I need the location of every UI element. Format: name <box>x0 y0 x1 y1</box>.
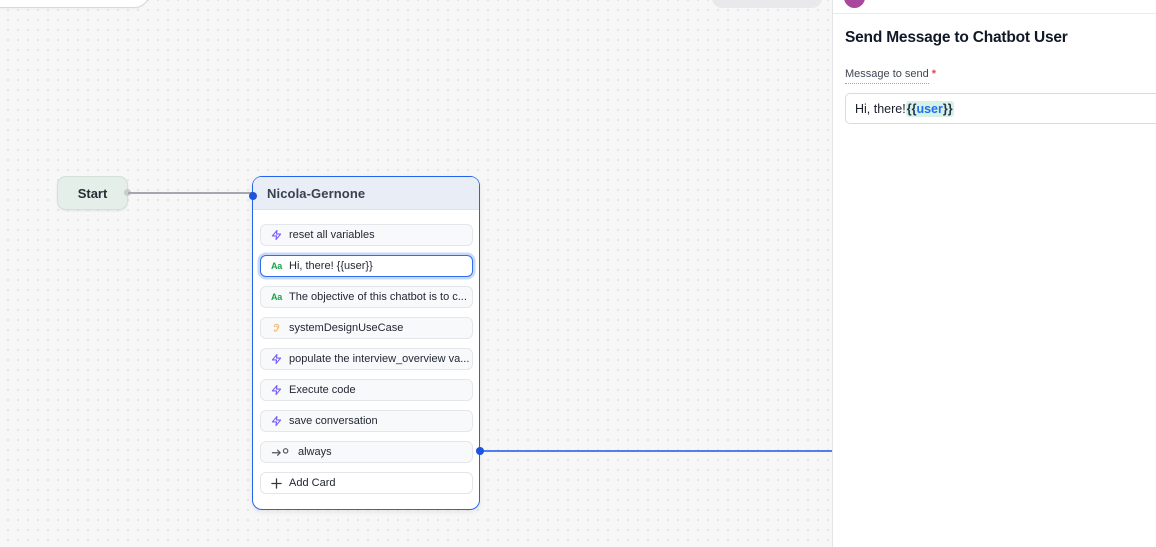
node-input-port[interactable] <box>249 192 257 200</box>
zap-icon <box>270 384 283 396</box>
zap-icon <box>270 353 283 365</box>
message-field-label: Message to send <box>845 68 929 84</box>
ear-icon <box>270 322 283 334</box>
plus-icon <box>270 477 283 489</box>
text-icon: Aa <box>271 292 282 302</box>
text-icon: Aa <box>271 261 282 271</box>
card-system-design-use-case[interactable]: systemDesignUseCase <box>260 317 473 339</box>
connector-wire-always <box>480 450 832 452</box>
start-node[interactable]: Start <box>57 176 128 210</box>
card-label: save conversation <box>289 415 378 427</box>
variable-name: user <box>916 101 943 116</box>
card-objective-message[interactable]: Aa The objective of this chatbot is to c… <box>260 286 473 308</box>
panel-title: Send Message to Chatbot User <box>845 29 1068 46</box>
card-execute-code[interactable]: Execute code <box>260 379 473 401</box>
message-to-send-input[interactable]: Hi, there! {{user}} <box>845 93 1156 124</box>
workflow-node-title: Nicola-Gernone <box>267 185 366 201</box>
workflow-node-header[interactable]: Nicola-Gernone <box>253 177 479 210</box>
card-label: Hi, there! {{user}} <box>289 260 373 272</box>
canvas-toolbar-partial[interactable] <box>0 0 150 8</box>
inspector-panel: Send Message to Chatbot User Message to … <box>832 0 1156 547</box>
flow-canvas[interactable]: Start Nicola-Gernone reset all variables… <box>0 0 832 547</box>
message-field-label-row: Message to send * <box>845 68 937 84</box>
variable-close-braces: }} <box>942 101 953 116</box>
variable-chip[interactable]: {{user}} <box>905 100 954 117</box>
canvas-controls-partial[interactable] <box>712 0 822 8</box>
add-card-label: Add Card <box>289 477 336 489</box>
card-label: Execute code <box>289 384 356 396</box>
panel-divider <box>833 13 1156 14</box>
required-marker: * <box>931 68 937 80</box>
card-reset-all-variables[interactable]: reset all variables <box>260 224 473 246</box>
zap-icon <box>270 229 283 241</box>
card-label: populate the interview_overview va... <box>289 353 470 365</box>
card-save-conversation[interactable]: save conversation <box>260 410 473 432</box>
add-card-button[interactable]: Add Card <box>260 472 473 494</box>
transition-icon <box>270 446 290 458</box>
card-label: always <box>298 446 332 458</box>
card-label: systemDesignUseCase <box>289 322 404 334</box>
avatar[interactable] <box>844 0 865 8</box>
workflow-node[interactable]: Nicola-Gernone reset all variables Aa Hi… <box>252 176 480 510</box>
card-label: The objective of this chatbot is to c... <box>289 291 467 303</box>
card-label: reset all variables <box>289 229 375 241</box>
connector-wire-start <box>128 192 253 194</box>
node-output-port[interactable] <box>476 447 484 455</box>
start-node-label: Start <box>77 185 108 201</box>
variable-open-braces: {{ <box>906 101 917 116</box>
card-transition-always[interactable]: always <box>260 441 473 463</box>
zap-icon <box>270 415 283 427</box>
card-populate-interview-overview[interactable]: populate the interview_overview va... <box>260 348 473 370</box>
message-text: Hi, there! <box>855 101 906 116</box>
card-hi-there-message[interactable]: Aa Hi, there! {{user}} <box>260 255 473 277</box>
